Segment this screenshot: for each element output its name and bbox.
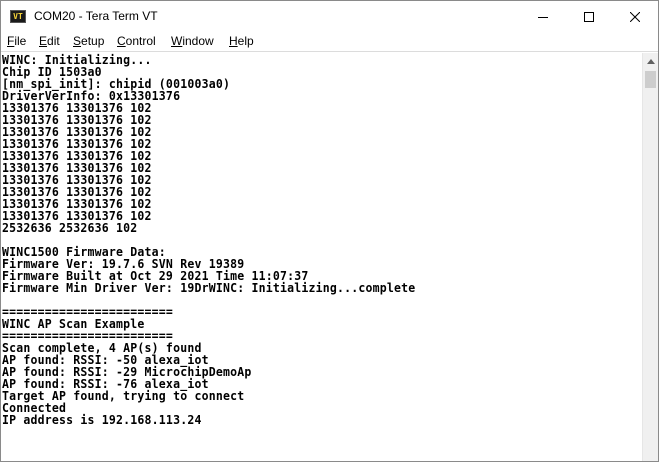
scroll-up-button[interactable] — [643, 53, 658, 70]
tera-term-icon[interactable]: VT — [10, 10, 26, 23]
menu-separator — [1, 51, 658, 52]
terminal-line: Firmware Min Driver Ver: 19DrWINC: Initi… — [2, 281, 416, 295]
minimize-icon — [538, 16, 548, 18]
menu-file-label: ile — [14, 34, 27, 48]
menu-control-mnemonic: C — [117, 34, 126, 48]
terminal-line: 2532636 2532636 102 — [2, 221, 138, 235]
maximize-button[interactable] — [566, 1, 612, 32]
menu-control[interactable]: Control — [117, 34, 156, 48]
scroll-thumb[interactable] — [645, 71, 656, 88]
terminal-window: VT COM20 - Tera Term VT File Edit Setup … — [0, 0, 659, 462]
menu-help[interactable]: Help — [229, 34, 254, 48]
menu-edit-label: dit — [47, 34, 60, 48]
menu-window[interactable]: Window — [171, 34, 214, 48]
minimize-button[interactable] — [520, 1, 566, 32]
menu-edit[interactable]: Edit — [39, 34, 60, 48]
scroll-up-arrow-icon — [647, 59, 655, 64]
title-bar[interactable]: VT COM20 - Tera Term VT — [1, 1, 658, 32]
terminal-line: IP address is 192.168.113.24 — [2, 413, 202, 427]
menu-setup-mnemonic: S — [73, 34, 82, 48]
window-title: COM20 - Tera Term VT — [34, 9, 158, 23]
menu-control-label: ontrol — [125, 34, 156, 48]
menu-bar: File Edit Setup Control Window Help — [1, 32, 658, 51]
menu-file[interactable]: File — [7, 34, 26, 48]
menu-setup-label: etup — [81, 34, 105, 48]
menu-window-label: indow — [182, 34, 214, 48]
terminal-output[interactable]: WINC: Initializing... Chip ID 1503a0 [nm… — [1, 53, 642, 461]
close-icon — [630, 11, 640, 22]
menu-window-mnemonic: W — [171, 34, 183, 48]
close-button[interactable] — [612, 1, 658, 32]
menu-setup[interactable]: Setup — [73, 34, 104, 48]
menu-help-label: elp — [237, 34, 254, 48]
menu-edit-mnemonic: E — [39, 34, 48, 48]
menu-help-mnemonic: H — [229, 34, 238, 48]
maximize-icon — [584, 11, 594, 22]
vertical-scrollbar[interactable] — [642, 53, 658, 461]
